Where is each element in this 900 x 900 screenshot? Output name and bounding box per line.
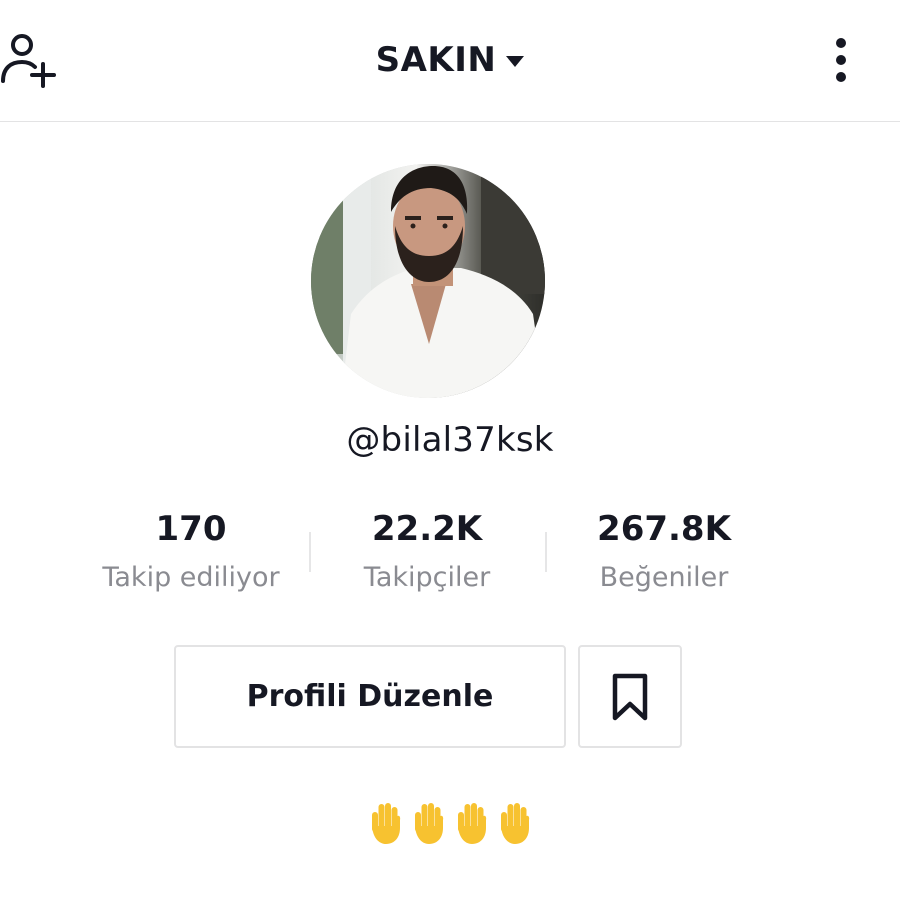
stat-following[interactable]: 170 Takip ediliyor — [90, 505, 292, 601]
raised-hand-icon — [458, 803, 487, 844]
username: @bilal37ksk — [346, 420, 554, 460]
edit-profile-button[interactable]: Profili Düzenle — [174, 645, 566, 748]
bookmark-icon — [612, 673, 648, 720]
avatar-photo — [311, 164, 545, 398]
stat-divider — [309, 532, 311, 572]
stat-likes-value: 267.8K — [597, 509, 731, 549]
more-dot — [836, 72, 846, 82]
more-vertical-icon — [836, 38, 846, 48]
account-switcher[interactable]: SAKIN — [0, 36, 900, 84]
bookmarks-button[interactable] — [578, 645, 682, 748]
raised-hand-icon — [372, 803, 401, 844]
stat-following-value: 170 — [155, 509, 227, 549]
stat-likes-label: Beğeniler — [599, 562, 729, 593]
stat-followers-label: Takipçiler — [363, 562, 491, 593]
account-title: SAKIN — [375, 40, 497, 80]
top-bar: SAKIN — [0, 0, 900, 122]
stats-row: 170 Takip ediliyor 22.2K Takipçiler 267.… — [0, 505, 900, 605]
edit-profile-label: Profili Düzenle — [246, 679, 494, 714]
raised-hand-icon — [415, 803, 444, 844]
bio — [0, 800, 900, 850]
stat-followers[interactable]: 22.2K Takipçiler — [327, 505, 527, 601]
more-dot — [836, 55, 846, 65]
stat-likes[interactable]: 267.8K Beğeniler — [563, 505, 765, 601]
profile-screen: SAKIN @bilal37ksk 170 Takip ediliyor 22.… — [0, 0, 900, 900]
stat-followers-value: 22.2K — [371, 509, 483, 549]
chevron-down-icon — [506, 55, 525, 67]
avatar[interactable] — [311, 164, 545, 398]
stat-following-label: Takip ediliyor — [102, 562, 280, 593]
raised-hand-icon — [501, 803, 530, 844]
more-options-button[interactable] — [826, 36, 856, 84]
stat-divider — [545, 532, 547, 572]
